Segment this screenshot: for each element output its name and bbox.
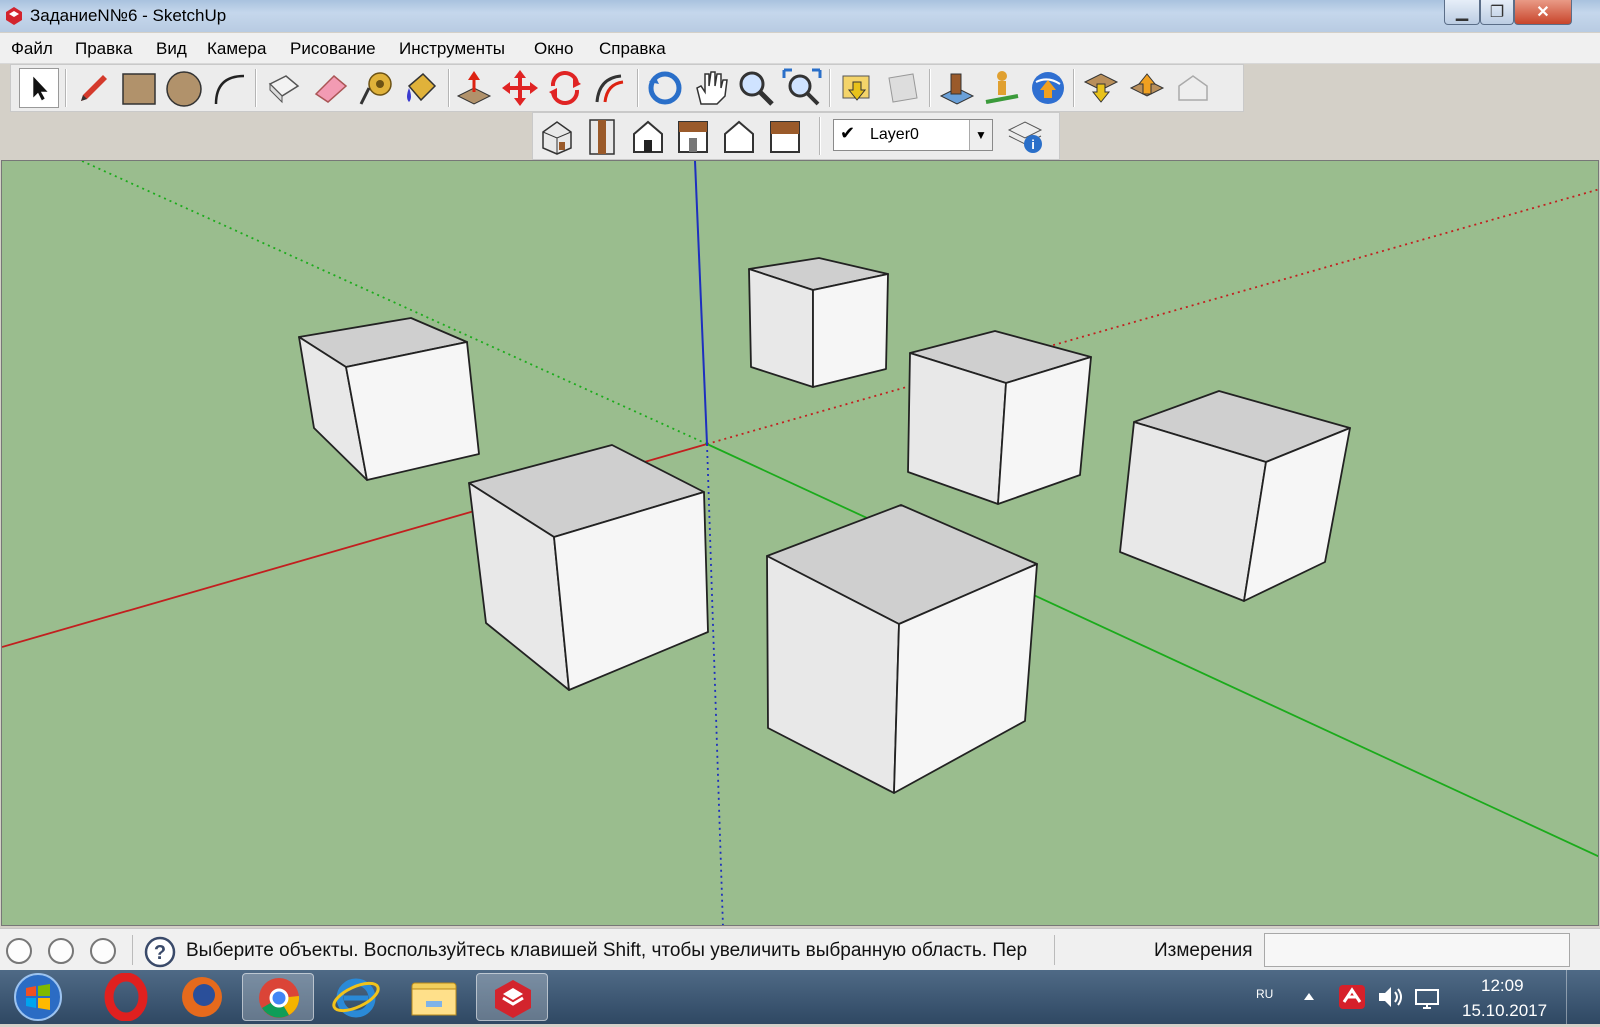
start-button[interactable] — [8, 972, 68, 1022]
show-desktop-button[interactable] — [1566, 970, 1600, 1024]
back-view-icon[interactable] — [719, 116, 759, 156]
close-button[interactable]: ✕ — [1514, 0, 1572, 25]
views-layers-toolbar: ✔ Layer0 ▼ i — [532, 112, 1060, 160]
tape-measure-icon[interactable] — [356, 68, 396, 108]
push-pull-icon[interactable] — [454, 68, 494, 108]
move-icon[interactable] — [500, 68, 540, 108]
zoom-extents-icon[interactable] — [782, 68, 822, 108]
user-account-icon[interactable] — [90, 938, 116, 964]
blue-axis-dotted — [706, 443, 724, 925]
svg-text:?: ? — [154, 942, 166, 964]
measurements-label: Измерения — [1154, 940, 1253, 961]
arc-icon[interactable] — [210, 68, 250, 108]
front-view-icon[interactable] — [628, 116, 668, 156]
firefox-icon[interactable] — [166, 973, 238, 1021]
pencil-icon[interactable] — [73, 68, 113, 108]
google-earth-add-location-icon[interactable] — [937, 68, 977, 108]
blue-axis-solid — [694, 161, 708, 445]
show-hidden-icons-icon[interactable] — [1302, 990, 1316, 1002]
google-earth-preview-icon[interactable] — [1028, 68, 1068, 108]
paint-bucket-icon[interactable] — [401, 68, 441, 108]
menu-edit[interactable]: Правка — [75, 39, 132, 59]
pan-icon[interactable] — [691, 68, 731, 108]
top-view-icon[interactable] — [582, 116, 622, 156]
taskbar: RU 12:09 15.10.2017 — [0, 970, 1600, 1024]
menu-camera[interactable]: Камера — [207, 39, 266, 59]
layer-visible-check: ✔ — [840, 123, 856, 143]
language-indicator[interactable]: RU — [1256, 987, 1273, 1001]
cube-6[interactable] — [766, 504, 1038, 794]
minimize-button[interactable]: ▁ — [1444, 0, 1480, 25]
status-bar: ? Выберите объекты. Воспользуйтесь клави… — [0, 928, 1600, 971]
network-icon[interactable] — [1412, 984, 1442, 1012]
help-icon[interactable]: ? — [144, 936, 176, 968]
file-explorer-icon[interactable] — [398, 973, 470, 1021]
window-title: ЗаданиеN№6 - SketchUp — [30, 6, 227, 25]
credits-icon[interactable] — [48, 938, 74, 964]
get-models-3d-icon[interactable] — [1081, 68, 1121, 108]
menu-help[interactable]: Справка — [599, 39, 666, 59]
clock-date[interactable]: 15.10.2017 — [1462, 1001, 1547, 1021]
iso-view-icon[interactable] — [537, 116, 577, 156]
antivirus-icon[interactable] — [1338, 984, 1366, 1010]
clock-time[interactable]: 12:09 — [1481, 976, 1524, 996]
menu-view[interactable]: Вид — [156, 39, 187, 59]
cube-1[interactable] — [298, 317, 480, 481]
cube-2[interactable] — [748, 257, 889, 388]
share-model-icon[interactable] — [883, 68, 923, 108]
layer-manager-icon[interactable]: i — [1005, 116, 1045, 156]
menu-bar: Файл Правка Вид Камера Рисование Инструм… — [0, 33, 1600, 64]
select-icon[interactable] — [19, 68, 59, 108]
dynamic-component-icon[interactable] — [1173, 68, 1213, 108]
menu-draw[interactable]: Рисование — [290, 39, 376, 59]
right-view-icon[interactable] — [673, 116, 713, 156]
left-view-icon[interactable] — [765, 116, 805, 156]
maximize-button[interactable]: ❐ — [1480, 0, 1514, 25]
rectangle-icon[interactable] — [119, 68, 159, 108]
cube-5[interactable] — [468, 444, 709, 691]
circle-icon[interactable] — [164, 68, 204, 108]
layer-dropdown[interactable]: ✔ Layer0 ▼ — [833, 119, 993, 151]
opera-icon[interactable] — [90, 972, 162, 1022]
internet-explorer-icon[interactable] — [320, 973, 392, 1021]
toggle-terrain-icon[interactable] — [982, 68, 1022, 108]
get-models-icon[interactable] — [837, 68, 877, 108]
cube-3[interactable] — [907, 330, 1092, 505]
main-toolbar — [10, 64, 1244, 112]
layer-name: Layer0 — [870, 126, 919, 143]
drawing-area[interactable] — [1, 160, 1599, 926]
geolocation-icon[interactable] — [6, 938, 32, 964]
menu-tools[interactable]: Инструменты — [399, 39, 505, 59]
sketchup-logo-icon — [6, 7, 22, 25]
chevron-down-icon[interactable]: ▼ — [969, 120, 992, 150]
menu-window[interactable]: Окно — [534, 39, 574, 59]
share-component-icon[interactable] — [1127, 68, 1167, 108]
cube-4[interactable] — [1119, 390, 1351, 602]
scene — [2, 161, 1598, 925]
volume-icon[interactable] — [1376, 984, 1404, 1010]
orbit-icon[interactable] — [645, 68, 685, 108]
menu-file[interactable]: Файл — [11, 39, 53, 59]
sketchup-icon[interactable] — [476, 973, 548, 1021]
status-hint: Выберите объекты. Воспользуйтесь клавише… — [186, 940, 1028, 961]
svg-text:i: i — [1031, 137, 1035, 152]
zoom-icon[interactable] — [736, 68, 776, 108]
make-component-icon[interactable] — [264, 68, 304, 108]
measurements-field[interactable] — [1264, 933, 1570, 967]
chrome-icon[interactable] — [242, 973, 314, 1021]
follow-me-icon[interactable] — [591, 68, 631, 108]
title-bar: ЗаданиеN№6 - SketchUp ▁ ❐ ✕ — [0, 0, 1600, 32]
eraser-icon[interactable] — [310, 68, 350, 108]
rotate-icon[interactable] — [545, 68, 585, 108]
